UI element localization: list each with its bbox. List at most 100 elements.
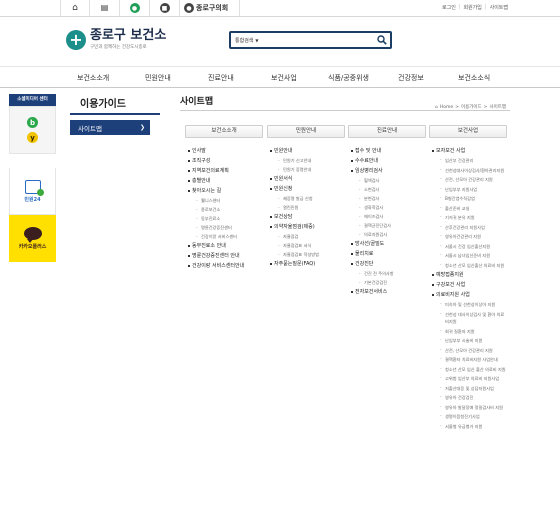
kakao-plus-link[interactable]: 카카오플러스 — [9, 215, 56, 262]
sitemap-sublink[interactable]: 난임부부 시술비 지원 — [429, 336, 507, 346]
sitemap-sublink[interactable]: 산전, 산모아 건강관리 지원 — [429, 175, 507, 185]
sitemap-sublink[interactable]: 결핵균진단검사 — [348, 221, 426, 230]
sitemap-sublink[interactable]: 임산부 건강관리 — [429, 156, 507, 166]
sitemap-column-heading[interactable]: 민원안내 — [267, 125, 345, 138]
sitemap-sublink[interactable]: 자율점검표 서식 — [267, 241, 345, 250]
nav-health-info[interactable]: 건강정보 — [398, 73, 424, 83]
sitemap-sublink[interactable]: 건진 전 주의사항 — [348, 269, 426, 278]
sitemap-sublink[interactable]: 서울시 건강 임신출산지원 — [429, 242, 507, 252]
council-link[interactable]: ● 종로구의회 — [180, 0, 240, 16]
sitemap-sublink[interactable]: B형간염수직감염 — [429, 194, 507, 204]
minwon24-link[interactable]: 민원24 — [9, 168, 56, 215]
sitemap-link[interactable]: 동부진료소 안내 — [185, 241, 263, 251]
sitemap-sublink[interactable]: 영유아 건강검진 — [429, 393, 507, 403]
sitemap-sublink[interactable]: 산전, 산모아 건강관리 지원 — [429, 346, 507, 356]
sitemap-sublink[interactable]: 생화학검사 — [348, 203, 426, 212]
nav-news[interactable]: 보건소소식 — [458, 73, 490, 83]
nav-intro[interactable]: 보건소소개 — [77, 73, 109, 83]
sitemap-link[interactable]: 구강보건 사업 — [429, 280, 507, 290]
search-scope-select[interactable]: 통합검색 ▼ — [231, 37, 277, 44]
search-input[interactable] — [277, 34, 374, 46]
lnb-item-sitemap[interactable]: 사이트맵 ❯ — [70, 120, 150, 135]
palace-icon[interactable]: ▤ — [90, 0, 120, 16]
sitemap-sublink[interactable]: 기저귀 분유 지원 — [429, 213, 507, 223]
sitemap-link[interactable]: 층별안내 — [185, 176, 263, 186]
sitemap-sublink[interactable]: 종로보건소 — [185, 205, 263, 214]
sitemap-sublink[interactable]: 소변검사 — [348, 185, 426, 194]
sitemap-sublink[interactable]: 선천성 대사이상검사 및 환아 의료비지원 — [429, 310, 507, 327]
nav-civil[interactable]: 민원안내 — [145, 73, 171, 83]
sitemap-sublink[interactable]: 동부진료소 — [185, 214, 263, 223]
sitemap-sublink[interactable]: 선천성대사이상검사/환아관리지원 — [429, 166, 507, 176]
sitemap-link[interactable]: 보건상담 — [267, 212, 345, 222]
sitemap-sublink[interactable]: 결핵환자 치료비지원 사업안내 — [429, 355, 507, 365]
sitemap-link[interactable]: 전자보건서비스 — [348, 287, 426, 297]
sitemap-sublink[interactable]: 서울형 유급병가 지원 — [429, 422, 507, 432]
sitemap-sublink[interactable]: 영유아건강관리 지원 — [429, 232, 507, 242]
sitemap-link[interactable]: 민원안내 — [267, 146, 345, 156]
sitemap-link[interactable]: 예방접종지원 — [429, 270, 507, 280]
sitemap-link[interactable]: 명륜건강증진센터 안내 — [185, 251, 263, 261]
sitemap-sublink[interactable]: 고위험 임산부 의료비 지원사업 — [429, 374, 507, 384]
youtube-icon[interactable]: y — [27, 132, 38, 143]
sitemap-link[interactable]: 민원서식 — [267, 174, 345, 184]
sitemap-sublink[interactable]: 기본건강검진 — [348, 278, 426, 287]
sitemap-sublink[interactable]: 에이즈검사 — [348, 212, 426, 221]
sitemap-sublink[interactable]: 제증명 발급 신청 — [267, 194, 345, 203]
sitemap-sublink[interactable]: 명륜건강증진센터 — [185, 223, 263, 232]
site-logo[interactable]: + 종로구 보건소 구민과 함께하는 건강도시종로 — [66, 29, 166, 50]
sitemap-sublink[interactable]: 서울시 남녀임신준비 지원 — [429, 251, 507, 261]
sitemap-link[interactable]: 사이트맵 — [490, 4, 508, 11]
search-button[interactable] — [374, 33, 390, 47]
sitemap-sublink[interactable]: 의료지원검사 — [348, 230, 426, 239]
sitemap-sublink[interactable]: 민원기 신고안내 — [267, 156, 345, 165]
sitemap-link[interactable]: 수수료안내 — [348, 156, 426, 166]
sitemap-sublink[interactable]: 회귀 질환자 지원 — [429, 327, 507, 337]
sitemap-sublink[interactable]: 자율점검 — [267, 232, 345, 241]
sitemap-sublink[interactable]: 자율점검표 작성방법 — [267, 250, 345, 259]
sitemap-sublink[interactable]: 생명이음청진기사업 — [429, 412, 507, 422]
sitemap-link[interactable]: 건강진단 — [348, 259, 426, 269]
sitemap-column-heading[interactable]: 보건소소개 — [185, 125, 263, 138]
sitemap-link[interactable]: 접수 및 안내 — [348, 146, 426, 156]
sitemap-sublink[interactable]: 청소년 산모 임신출산 의료비 지원 — [429, 261, 507, 271]
sitemap-link[interactable]: 임상병리검사 — [348, 166, 426, 176]
sitemap-sublink[interactable]: 민원기 증명안내 — [267, 165, 345, 174]
login-link[interactable]: 로그인 — [442, 4, 456, 11]
sitemap-link[interactable]: 의료비지원 사업 — [429, 290, 507, 300]
sitemap-link[interactable]: 건강이랑 서비스센터안내 — [185, 261, 263, 271]
sitemap-sublink[interactable]: 분변검사 — [348, 194, 426, 203]
sitemap-sublink[interactable]: 열린민원 — [267, 203, 345, 212]
sitemap-link[interactable]: 자주묻는질문(FAQ) — [267, 259, 345, 269]
sitemap-sublink[interactable]: 영유아 발달장애 정밀검사비 지원 — [429, 403, 507, 413]
sitemap-sublink[interactable]: 난임부부 지원사업 — [429, 185, 507, 195]
blog-icon[interactable]: b — [27, 117, 38, 128]
sitemap-sublink[interactable]: 웰니스센터 — [185, 196, 263, 205]
sitemap-sublink[interactable]: 산후건강관리 지원사업 — [429, 223, 507, 233]
sitemap-sublink[interactable]: 저출산대응 및 상담지원사업 — [429, 384, 507, 394]
signup-link[interactable]: 회원가입 — [464, 4, 482, 11]
sitemap-link[interactable]: 지역보건의료계획 — [185, 166, 263, 176]
sitemap-link[interactable]: 민원신청 — [267, 184, 345, 194]
home-icon[interactable]: ⌂ — [60, 0, 90, 16]
sitemap-link[interactable]: 모자보건 사업 — [429, 146, 507, 156]
nav-food-hygiene[interactable]: 식품/공중위생 — [328, 73, 369, 83]
district-office-icon[interactable]: ■ — [150, 0, 180, 16]
sitemap-sublink[interactable]: 혈액검사 — [348, 176, 426, 185]
health-icon[interactable]: ● — [120, 0, 150, 16]
breadcrumb-home[interactable]: Home — [440, 105, 453, 110]
sitemap-link[interactable]: 인사말 — [185, 146, 263, 156]
sitemap-column-heading[interactable]: 진료안내 — [348, 125, 426, 138]
sitemap-sublink[interactable]: 미숙아 및 선천성이상아 지원 — [429, 300, 507, 310]
sitemap-link[interactable]: 찾아오시는 길 — [185, 186, 263, 196]
nav-health-program[interactable]: 보건사업 — [271, 73, 297, 83]
nav-clinic[interactable]: 진료안내 — [208, 73, 234, 83]
sitemap-sublink[interactable]: 청소년 산모 임신 출산 의료비 지원 — [429, 365, 507, 375]
sitemap-sublink[interactable]: 건강이랑 서비스센터 — [185, 232, 263, 241]
sitemap-link[interactable]: 방사선/골밀도 — [348, 239, 426, 249]
sitemap-link[interactable]: 물리치료 — [348, 249, 426, 259]
sitemap-link[interactable]: 조직구성 — [185, 156, 263, 166]
sitemap-column-heading[interactable]: 보건사업 — [429, 125, 507, 138]
sitemap-link[interactable]: 의약자율점검(제증) — [267, 222, 345, 232]
sitemap-sublink[interactable]: 출산준비 교실 — [429, 204, 507, 214]
